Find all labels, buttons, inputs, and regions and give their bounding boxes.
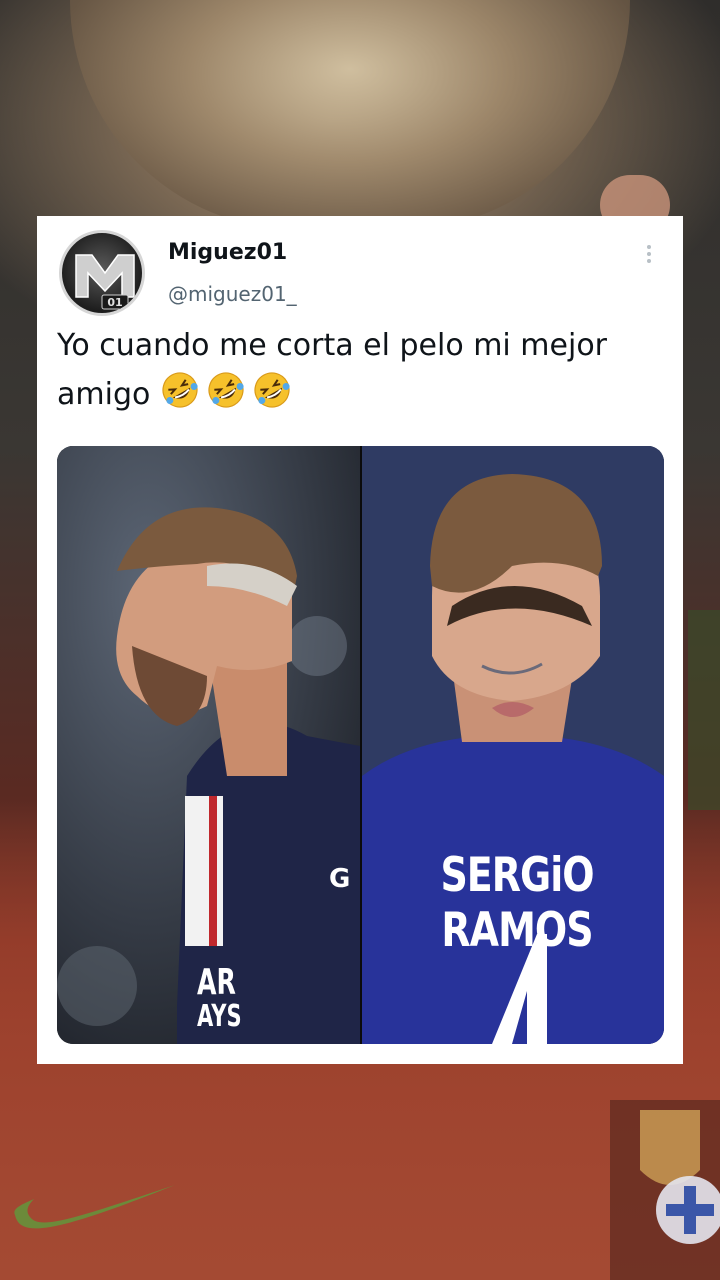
m01-logo-icon: 01 [75,254,135,310]
left-sponsor-line-1: AR [197,962,236,1003]
tweet-media[interactable]: G AR AYS SERGiO RAMOS [57,446,664,1044]
display-name[interactable]: Miguez01 [168,240,287,265]
avatar[interactable]: 01 [59,230,145,316]
rolling-on-floor-laughing-icon [208,372,244,408]
rolling-on-floor-laughing-icon [162,372,198,408]
tweet-text: Yo cuando me corta el pelo mi mejor amig… [57,322,667,419]
player-side-illustration [57,446,360,1044]
user-handle[interactable]: @miguez01_ [168,282,297,306]
left-sponsor-line-2: AYS [197,999,242,1034]
portugal-crest-icon [610,1100,720,1280]
nike-swoosh-icon [14,1185,175,1229]
tweet-body: Yo cuando me corta el pelo mi mejor amig… [57,328,608,412]
photo-left-side-profile[interactable]: G AR AYS [57,446,360,1044]
more-vertical-icon[interactable] [637,242,661,272]
tweet-card[interactable]: 01 Miguez01 @miguez01_ Yo cuando me cort… [37,216,683,1064]
emoji-group [160,372,298,412]
background-collar [688,610,720,810]
avatar-logo-text: 01 [107,296,122,309]
photo-right-back-view[interactable]: SERGiO RAMOS [362,446,664,1044]
left-sponsor-text: AR AYS [197,962,242,1034]
jersey-name-text: SERGiO RAMOS [440,847,594,957]
rolling-on-floor-laughing-icon [254,372,290,408]
left-sleeve-text: G [329,864,351,894]
